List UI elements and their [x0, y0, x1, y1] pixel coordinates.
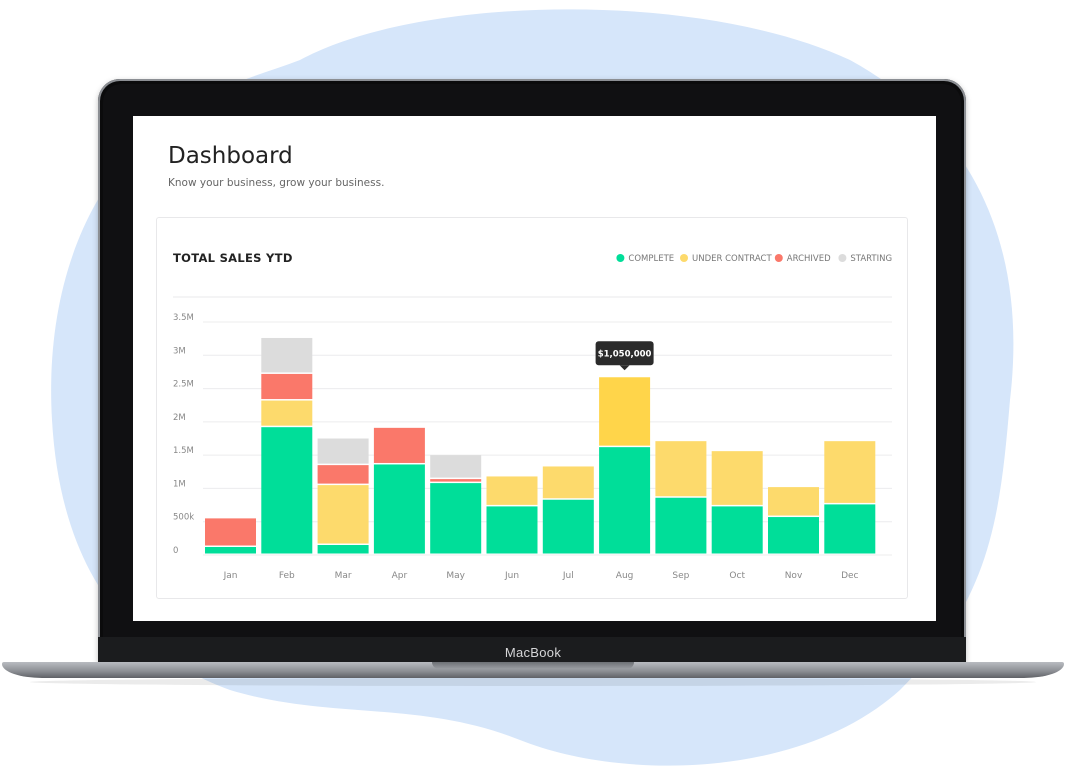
bar-feb-starting[interactable]: [261, 337, 313, 373]
bar-may-starting[interactable]: [430, 455, 482, 478]
y-tick-label: 1.5M: [173, 446, 194, 456]
y-tick-label: 2M: [173, 413, 186, 423]
x-tick-label: Sep: [672, 571, 689, 581]
x-tick-label: Apr: [392, 571, 408, 581]
x-tick-label: Mar: [335, 571, 352, 581]
bar-nov-under-contract[interactable]: [768, 487, 819, 516]
laptop-brand-label: MacBook: [504, 645, 562, 660]
x-tick-label: Jan: [223, 571, 238, 581]
legend-swatch-complete: [616, 254, 625, 262]
legend-label-archived: ARCHIVED: [787, 254, 831, 264]
bar-mar-starting[interactable]: [317, 438, 369, 464]
bar-aug-under-contract[interactable]: [599, 377, 651, 446]
laptop-notch: [432, 662, 634, 669]
y-tick-label: 3.5M: [173, 313, 194, 323]
legend-swatch-starting: [838, 254, 847, 262]
legend-swatch-archived: [774, 254, 783, 262]
y-tick-label: 1M: [173, 479, 186, 489]
legend-label-starting: STARTING: [850, 254, 892, 264]
bar-mar-complete[interactable]: [317, 545, 369, 554]
page-subtitle: Know your business, grow your business.: [168, 177, 385, 189]
bar-feb-archived[interactable]: [261, 373, 313, 400]
bar-jun-complete[interactable]: [486, 506, 538, 554]
y-tick-label: 500k: [173, 513, 194, 523]
bar-dec-complete[interactable]: [824, 504, 876, 554]
bar-nov-complete[interactable]: [768, 517, 819, 554]
x-tick-label: Jul: [562, 571, 574, 581]
x-tick-label: Dec: [841, 571, 858, 581]
bar-may-complete[interactable]: [430, 483, 482, 554]
legend-label-under-contract: UNDER CONTRACT: [692, 254, 772, 264]
y-tick-label: 0: [173, 546, 178, 556]
x-tick-label: Aug: [616, 571, 634, 581]
tooltip-arrow: [619, 365, 630, 371]
bar-jul-under-contract[interactable]: [542, 466, 594, 499]
bar-aug-complete[interactable]: [599, 447, 651, 554]
bar-mar-under-contract[interactable]: [317, 485, 369, 544]
bar-feb-under-contract[interactable]: [261, 400, 313, 426]
bar-apr-complete[interactable]: [373, 464, 425, 554]
bar-apr-archived[interactable]: [373, 427, 425, 463]
bar-jun-under-contract[interactable]: [486, 476, 538, 505]
bar-mar-archived[interactable]: [317, 465, 369, 484]
sales-chart: TOTAL SALES YTD COMPLETE UNDER CONTRACT ARC…: [173, 251, 892, 581]
x-tick-label: Jun: [504, 571, 519, 581]
tooltip-value: $1,050,000: [598, 349, 652, 359]
y-tick-label: 2.5M: [173, 380, 194, 390]
bar-oct-complete[interactable]: [711, 506, 763, 554]
laptop-screen: Dashboard Know your business, grow your …: [133, 116, 936, 621]
laptop-shadow: [30, 678, 1036, 686]
bar-jul-complete[interactable]: [542, 499, 594, 554]
x-tick-label: May: [446, 571, 465, 581]
legend-swatch-under-contract: [680, 254, 688, 262]
bar-feb-complete[interactable]: [261, 427, 313, 554]
bar-sep-under-contract[interactable]: [655, 441, 707, 497]
bar-may-archived[interactable]: [430, 479, 482, 482]
page-title: Dashboard: [168, 143, 293, 169]
bar-jan-archived[interactable]: [205, 518, 256, 546]
x-tick-label: Nov: [785, 571, 803, 581]
bar-oct-under-contract[interactable]: [711, 451, 763, 505]
x-tick-label: Oct: [729, 571, 745, 581]
y-tick-label: 3M: [173, 346, 186, 356]
legend-label-complete: COMPLETE: [628, 254, 674, 264]
bar-sep-complete[interactable]: [655, 497, 707, 554]
x-tick-label: Feb: [279, 571, 295, 581]
bar-jan-complete[interactable]: [205, 547, 256, 554]
chart-title: TOTAL SALES YTD: [173, 251, 293, 265]
bar-dec-under-contract[interactable]: [824, 441, 876, 503]
sales-chart-card: TOTAL SALES YTD COMPLETE UNDER CONTRACT ARC…: [156, 217, 908, 599]
